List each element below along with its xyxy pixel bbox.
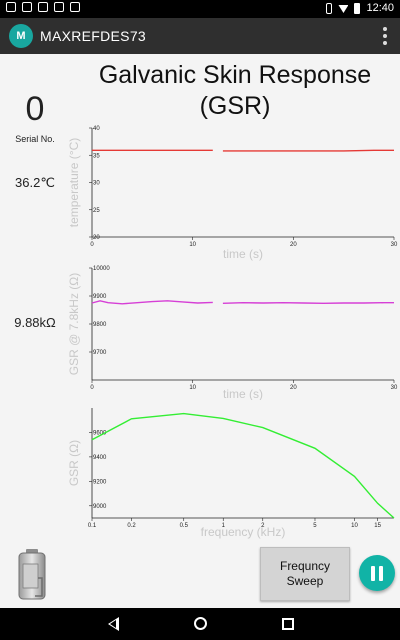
serial-number-label: Serial No.: [15, 134, 55, 144]
gsr-time-chart: 0 10 20 30 9700 9800 9900 10000 time (s) GSR @ 7.…: [67, 266, 398, 400]
pause-icon: [371, 565, 375, 581]
x-tick-label: 15: [374, 523, 381, 529]
x-tick-label: 0.5: [180, 523, 189, 529]
y-tick-label: 9700: [93, 350, 107, 356]
app-title: MAXREFDES73: [40, 28, 146, 44]
x-tick-label: 5: [313, 523, 317, 529]
x-axis-label: time (s): [223, 387, 263, 400]
more-vert-icon[interactable]: [382, 27, 388, 45]
battery-status-icon: [354, 2, 361, 14]
back-icon[interactable]: [108, 617, 119, 631]
x-tick-label: 10: [351, 523, 358, 529]
series-line: [91, 412, 395, 519]
recent-apps-icon[interactable]: [282, 618, 294, 630]
notification-icon: [54, 2, 64, 12]
x-tick-label: 10: [189, 242, 196, 248]
y-tick-label: 20: [93, 235, 100, 241]
wifi-icon: [338, 5, 349, 13]
page-title: Galvanic Skin Response (GSR): [80, 60, 390, 122]
page-title-line1: Galvanic Skin Response: [98, 61, 372, 89]
y-tick-label: 35: [93, 153, 100, 159]
frequency-sweep-chart: 0.1 0.2 0.5 1 2 5 10 159000920094009600frequenc…: [67, 408, 395, 539]
y-tick-label: 9400: [93, 455, 107, 461]
temperature-reading: 36.2℃: [15, 175, 55, 190]
temperature-chart: 0 10 20 30 20 25 30 35 40 time (s) temperature (°C…: [67, 126, 398, 261]
notification-icon: [70, 2, 80, 12]
y-tick-label: 40: [93, 126, 100, 132]
app-logo-icon: M: [9, 24, 33, 48]
x-axis-label: frequency (kHz): [201, 525, 286, 539]
y-tick-label: 9000: [93, 504, 107, 510]
bluetooth-icon: [326, 2, 333, 14]
notification-icons: [6, 2, 80, 12]
notification-icon: [22, 2, 32, 12]
notification-icon: [38, 2, 48, 12]
system-icons: 12:40: [326, 2, 394, 14]
x-tick-label: 10: [189, 385, 196, 391]
pause-button[interactable]: [359, 555, 395, 591]
gsr-reading: 9.88kΩ: [14, 315, 56, 330]
navigation-bar: [0, 608, 400, 640]
x-tick-label: 30: [391, 242, 398, 248]
y-tick-label: 10000: [93, 266, 110, 272]
y-axis-label: GSR @ 7.8kHz (Ω): [67, 273, 81, 376]
status-bar: 12:40: [0, 0, 400, 18]
x-tick-label: 0.2: [127, 523, 136, 529]
x-tick-label: 20: [290, 385, 297, 391]
x-tick-label: 20: [290, 242, 297, 248]
series-line: [91, 300, 213, 305]
x-tick-label: 0: [90, 385, 94, 391]
x-tick-label: 0.1: [88, 523, 97, 529]
y-tick-label: 9200: [93, 479, 107, 485]
y-tick-label: 30: [93, 181, 100, 187]
home-icon[interactable]: [194, 617, 207, 630]
x-tick-label: 0: [90, 242, 94, 248]
y-tick-label: 9900: [93, 294, 107, 300]
y-tick-label: 25: [93, 208, 100, 214]
y-axis-label: GSR (Ω): [67, 440, 81, 486]
page-title-line2: (GSR): [199, 92, 271, 120]
series-line: [222, 149, 394, 152]
series-line: [222, 301, 394, 305]
y-axis-label: temperature (°C): [67, 138, 81, 228]
x-axis-label: time (s): [223, 247, 263, 261]
battery-icon: [18, 549, 46, 600]
serial-number-value: 0: [25, 90, 45, 128]
frequency-sweep-button[interactable]: Frequncy Sweep: [260, 547, 350, 601]
clock: 12:40: [366, 2, 394, 14]
notification-icon: [6, 2, 16, 12]
x-tick-label: 30: [391, 385, 398, 391]
y-tick-label: 9800: [93, 322, 107, 328]
app-bar: M MAXREFDES73: [0, 18, 400, 54]
